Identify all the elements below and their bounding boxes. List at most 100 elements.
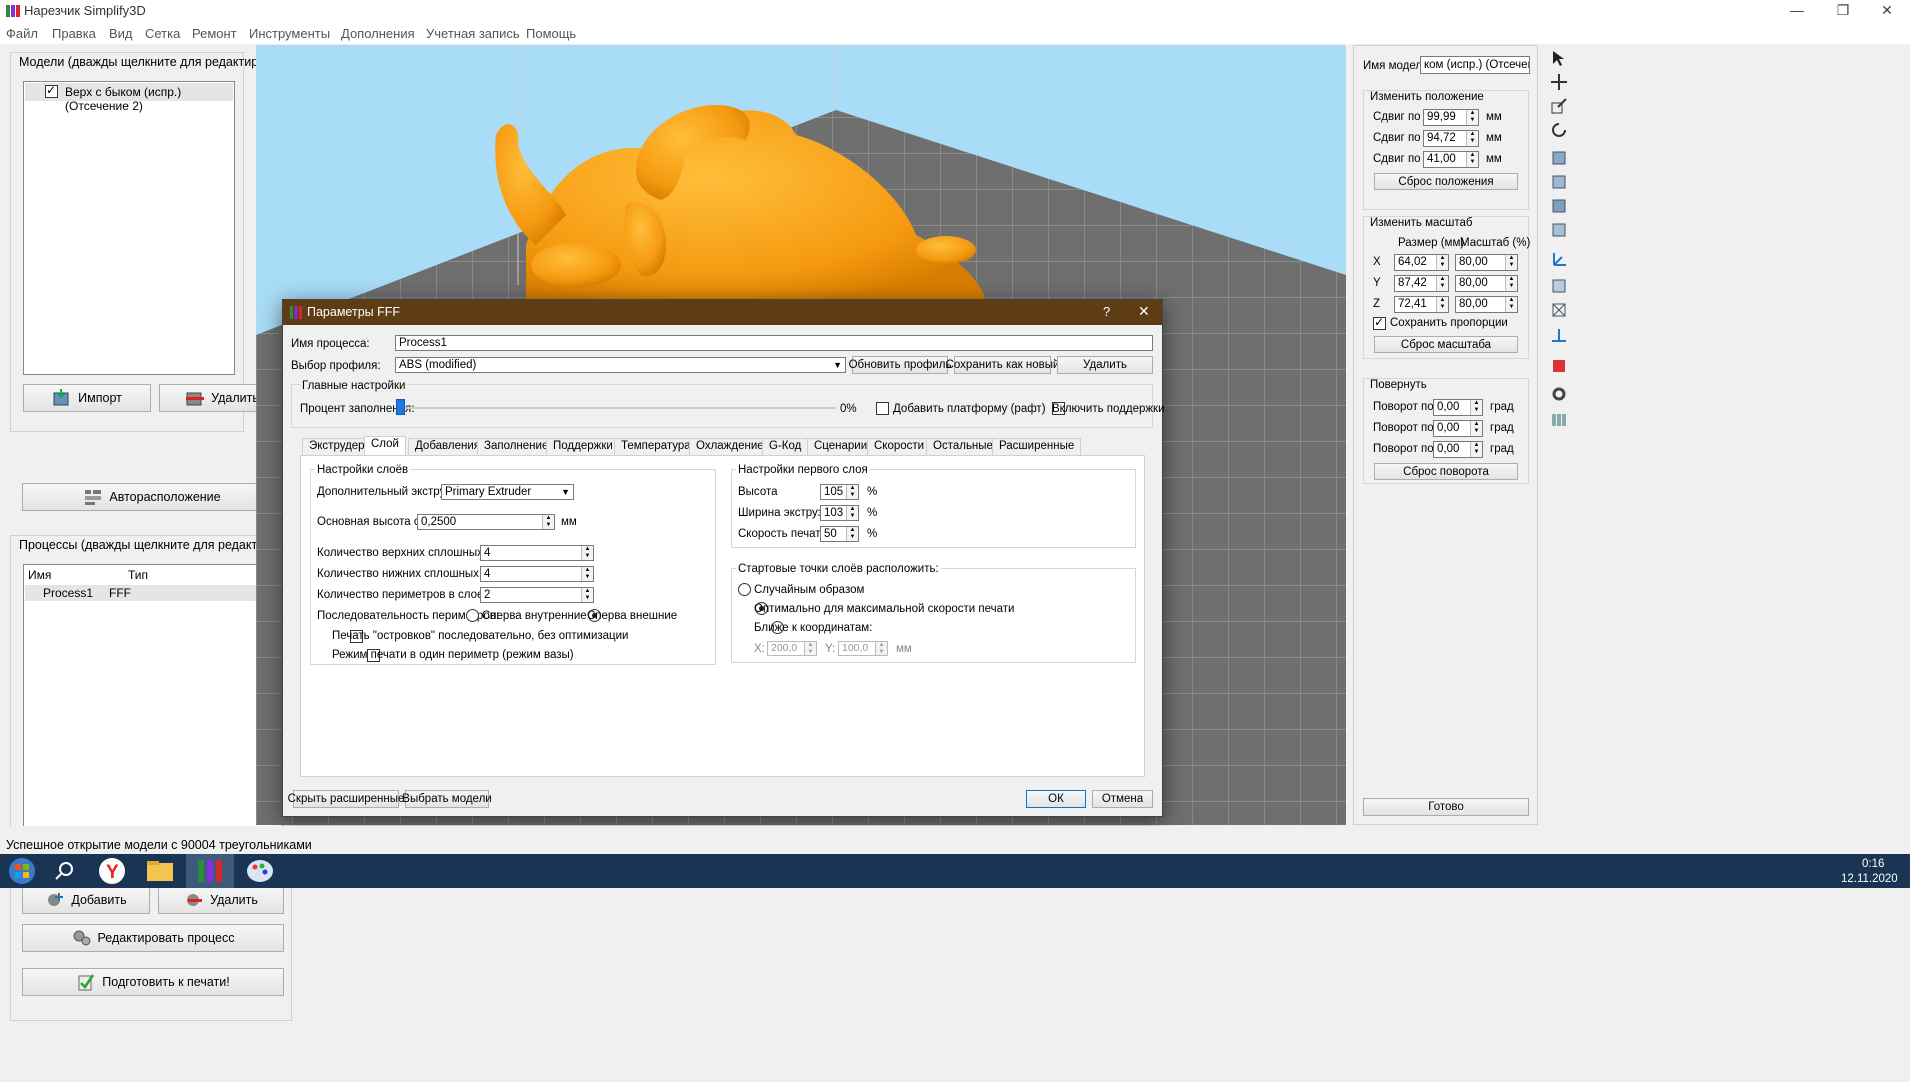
tab-temperature[interactable]: Температура [614,438,698,455]
edit-process-button[interactable]: Редактировать процесс [22,924,284,952]
perimeters-input[interactable]: 2 ▲ ▼ [480,587,594,603]
cancel-button[interactable]: Отмена [1092,790,1153,808]
tab-gcode[interactable]: G-Код [762,438,809,455]
rot-z-input[interactable]: 0,00 ▲ ▼ [1433,441,1483,458]
table-row[interactable]: Process1 FFF [25,585,281,601]
top-layers-input[interactable]: 4 ▲ ▼ [480,545,594,561]
tab-supports[interactable]: Поддержки [546,438,620,455]
cut-icon[interactable] [1550,357,1568,375]
done-button[interactable]: Готово [1363,798,1529,816]
autoarrange-button[interactable]: Авторасположение [22,483,282,511]
tab-advanced[interactable]: Расширенные [992,438,1082,455]
import-button[interactable]: Импорт [23,384,151,412]
model-visible-checkbox[interactable] [45,83,58,98]
solid-view-icon[interactable] [1550,277,1568,295]
prepare-print-button[interactable]: Подготовить к печати! [22,968,284,996]
axes-icon[interactable] [1550,251,1568,269]
close-window-button[interactable]: ✕ [1864,0,1910,22]
coord-y-input[interactable]: 100,0 ▲ ▼ [838,641,888,656]
menu-edit[interactable]: Правка [52,26,96,41]
menu-view[interactable]: Вид [109,26,133,41]
dialog-close-button[interactable]: ✕ [1138,303,1150,320]
cube-front-icon[interactable] [1550,149,1568,167]
cube-side-icon[interactable] [1550,197,1568,215]
delete-process-button[interactable]: Удалить [158,886,284,914]
select-icon[interactable] [1550,49,1568,67]
tab-additions[interactable]: Добавления [408,438,487,455]
wireframe-icon[interactable] [1550,301,1568,319]
yandex-browser-icon[interactable]: Y [88,855,136,887]
settings-gear-icon[interactable] [1550,385,1568,403]
layer-height-input[interactable]: 0,2500 ▲ ▼ [417,514,555,530]
reset-rotation-button[interactable]: Сброс поворота [1374,463,1518,480]
save-as-new-button[interactable]: Сохранить как новый [946,356,1059,374]
cube-iso-icon[interactable] [1550,221,1568,239]
infill-slider-track[interactable] [400,407,836,409]
file-explorer-icon[interactable] [136,855,184,887]
model-name-field[interactable]: ком (испр.) (Отсечение 2) [1420,56,1530,74]
move-icon[interactable] [1550,73,1568,91]
hide-advanced-button[interactable]: Скрыть расширенные [288,790,404,808]
menu-tools[interactable]: Инструменты [249,26,330,41]
shift-y-input[interactable]: 94,72 ▲ ▼ [1423,130,1479,147]
select-models-button[interactable]: Выбрать модели [402,790,492,808]
tab-cooling[interactable]: Охлаждение [689,438,771,455]
restore-button[interactable]: ❐ [1820,0,1866,22]
tab-infill[interactable]: Заполнение [477,438,556,455]
fl-width-input[interactable]: 103 ▲ ▼ [820,505,859,521]
menu-account[interactable]: Учетная запись [426,26,520,41]
menu-help[interactable]: Помощь [526,26,576,41]
dialog-help-button[interactable]: ? [1103,304,1110,319]
size-y-input[interactable]: 87,42 ▲ ▼ [1394,275,1449,292]
bottom-layers-input[interactable]: 4 ▲ ▼ [480,566,594,582]
fl-speed-input[interactable]: 50 ▲ ▼ [820,526,859,542]
menu-addons[interactable]: Дополнения [341,26,415,41]
update-profile-button[interactable]: Обновить профиль [849,356,951,374]
tab-speeds[interactable]: Скорости [867,438,932,455]
model-properties-panel: Имя модели: ком (испр.) (Отсечение 2) Из… [1353,45,1538,825]
minimize-button[interactable]: — [1774,0,1820,22]
fl-height-input[interactable]: 105 ▲ ▼ [820,484,859,500]
profile-select[interactable]: ABS (modified) ▼ [395,357,846,373]
tab-other[interactable]: Остальные [926,438,1000,455]
rotate-icon[interactable] [1550,121,1568,139]
models-list[interactable]: Верх с быком (испр.) (Отсечение 2) [23,81,235,375]
start-button-icon[interactable] [0,855,48,887]
paint-icon[interactable] [236,855,284,887]
raft-checkbox[interactable] [876,402,889,415]
add-process-button[interactable]: Добавить [22,886,150,914]
tab-extruder[interactable]: Экструдер [302,438,372,455]
extruder-select[interactable]: Primary Extruder ▼ [441,484,574,500]
cube-top-icon[interactable] [1550,173,1568,191]
axis-view-icon[interactable] [1550,327,1568,345]
process-name-field[interactable]: Process1 [395,335,1153,351]
search-icon[interactable] [44,855,92,887]
ok-button[interactable]: ОК [1026,790,1086,808]
menu-repair[interactable]: Ремонт [192,26,237,41]
scale-y-input[interactable]: 80,00 ▲ ▼ [1455,275,1518,292]
rot-y-input[interactable]: 0,00 ▲ ▼ [1433,420,1483,437]
menu-mesh[interactable]: Сетка [145,26,180,41]
size-x-input[interactable]: 64,02 ▲ ▼ [1394,254,1449,271]
simplify3d-taskbar-active[interactable] [186,854,234,888]
shift-x-input[interactable]: 99,99 ▲ ▼ [1423,109,1479,126]
reset-position-button[interactable]: Сброс положения [1374,173,1518,190]
list-item[interactable]: Верх с быком (испр.) (Отсечение 2) [25,83,233,113]
coord-x-input[interactable]: 200,0 ▲ ▼ [767,641,817,656]
rot-x-input[interactable]: 0,00 ▲ ▼ [1433,399,1483,416]
delete-profile-button[interactable]: Удалить [1057,356,1153,374]
layers-icon[interactable] [1550,411,1568,429]
inside-first-radio[interactable] [466,609,479,622]
keep-proportions-checkbox[interactable] [1373,315,1386,330]
reset-scale-button[interactable]: Сброс масштаба [1374,336,1518,353]
size-z-input[interactable]: 72,41 ▲ ▼ [1394,296,1449,313]
tab-scripts[interactable]: Сценарии [807,438,875,455]
shift-z-input[interactable]: 41,00 ▲ ▼ [1423,151,1479,168]
random-radio[interactable] [738,583,751,596]
tab-layer[interactable]: Слой [364,436,406,455]
scale-z-input[interactable]: 80,00 ▲ ▼ [1455,296,1518,313]
scale-x-input[interactable]: 80,00 ▲ ▼ [1455,254,1518,271]
infill-slider-thumb[interactable] [396,399,405,415]
scale-icon[interactable] [1550,97,1568,115]
menu-file[interactable]: Файл [6,26,38,41]
